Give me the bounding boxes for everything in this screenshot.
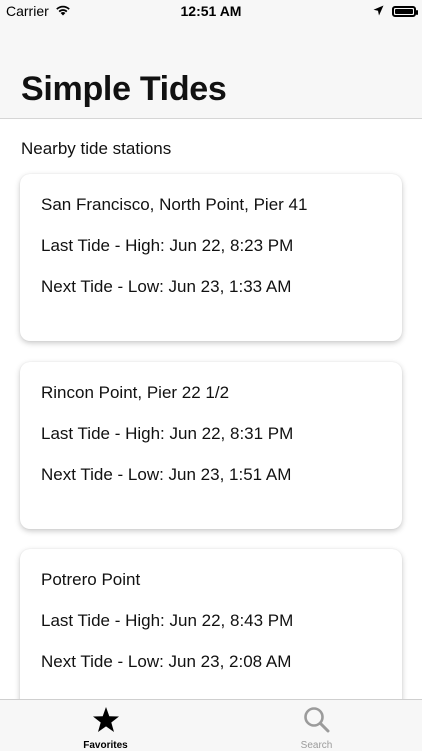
station-card[interactable]: Potrero Point Last Tide - High: Jun 22, … [20,549,402,699]
status-bar: Carrier 12:51 AM [0,0,422,22]
last-tide: Last Tide - High: Jun 22, 8:23 PM [41,236,294,255]
tab-search[interactable]: Search [211,700,422,751]
star-icon [92,706,120,738]
tab-search-label: Search [300,740,333,751]
battery-icon [392,5,418,17]
battery-fill [395,8,413,14]
tab-bar: Favorites Search [0,699,422,751]
next-tide: Next Tide - Low: Jun 23, 2:08 AM [41,652,292,671]
status-time: 12:51 AM [180,3,242,19]
navigation-header: Simple Tides [0,22,422,119]
last-tide: Last Tide - High: Jun 22, 8:43 PM [41,611,294,630]
next-tide: Next Tide - Low: Jun 23, 1:33 AM [41,277,292,296]
last-tide: Last Tide - High: Jun 22, 8:31 PM [41,424,294,443]
station-name: San Francisco, North Point, Pier 41 [41,195,308,214]
page-title: Simple Tides [21,70,227,108]
station-list[interactable]: Nearby tide stations San Francisco, Nort… [0,119,422,699]
station-card[interactable]: Rincon Point, Pier 22 1/2 Last Tide - Hi… [20,362,402,529]
tab-favorites[interactable]: Favorites [0,700,211,751]
station-name: Potrero Point [41,570,141,589]
station-name: Rincon Point, Pier 22 1/2 [41,383,230,402]
section-label: Nearby tide stations [21,139,172,158]
next-tide: Next Tide - Low: Jun 23, 1:51 AM [41,465,292,484]
search-icon [303,706,330,738]
tab-favorites-label: Favorites [83,740,128,751]
station-card[interactable]: San Francisco, North Point, Pier 41 Last… [20,174,402,341]
